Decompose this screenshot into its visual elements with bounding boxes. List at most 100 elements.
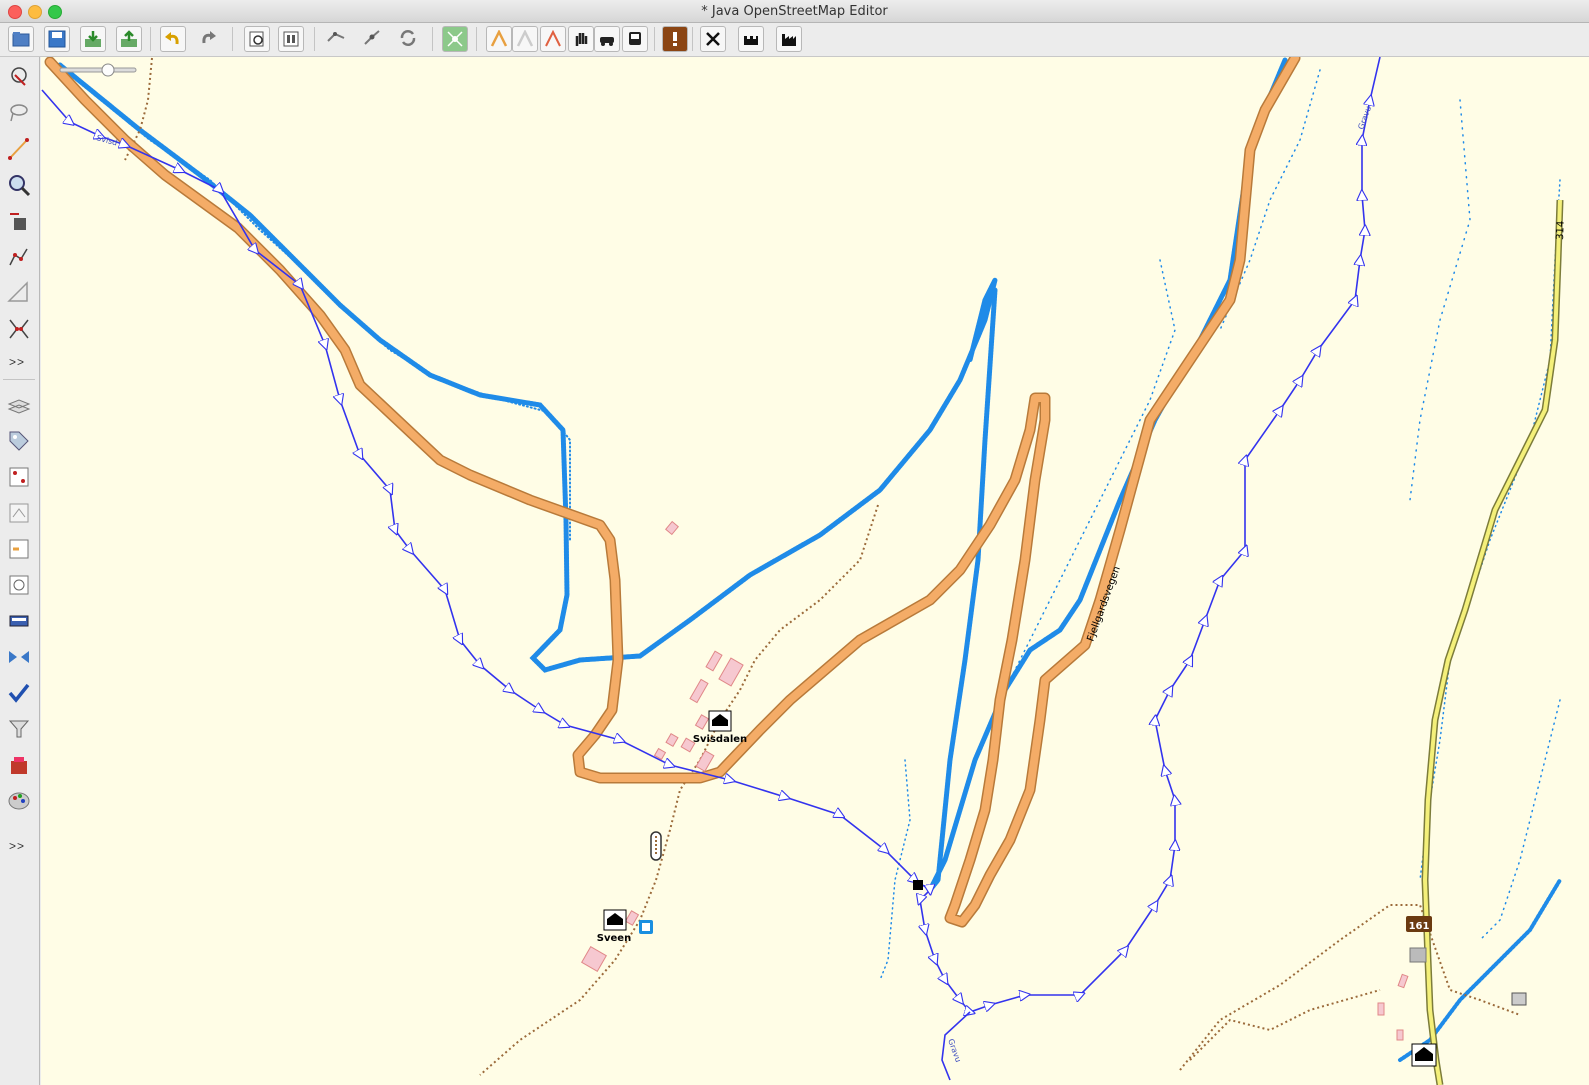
label-route-314: 314	[1555, 221, 1567, 240]
highway-preset-button[interactable]	[486, 26, 512, 52]
update-data-button[interactable]	[396, 26, 422, 52]
lasso-tool-button[interactable]	[5, 99, 33, 127]
layer-properties-button[interactable]	[278, 26, 304, 52]
redo-button[interactable]	[196, 26, 222, 52]
commands-panel-button[interactable]	[5, 535, 33, 563]
upload-button[interactable]	[116, 26, 142, 52]
sveen-place[interactable]: Sveen	[597, 909, 631, 944]
gps-trace-mid	[927, 57, 1288, 892]
restaurant-icon	[706, 32, 720, 46]
validator-panel-button[interactable]	[5, 679, 33, 707]
delete-icon	[10, 213, 26, 230]
label-stream-bottom: Gravu	[946, 1038, 963, 1064]
map-style-panel-button[interactable]	[5, 787, 33, 815]
extrude-icon	[9, 319, 29, 339]
zoom-slider-thumb[interactable]	[101, 63, 115, 77]
download-button[interactable]	[80, 26, 106, 52]
restaurant-preset-button[interactable]	[700, 26, 726, 52]
barrier-preset-button[interactable]	[568, 26, 594, 52]
preferences-button[interactable]	[244, 26, 270, 52]
filter-panel-button[interactable]	[5, 715, 33, 743]
stream-west	[41, 57, 1381, 1012]
window-title: * Java OpenStreetMap Editor	[701, 4, 888, 19]
bus-preset-button[interactable]	[622, 26, 648, 52]
commands-icon	[9, 539, 29, 559]
path-icon	[545, 30, 561, 47]
bridge-poi[interactable]	[650, 831, 662, 861]
tags-panel-button[interactable]	[5, 427, 33, 455]
parking-poi[interactable]	[639, 920, 653, 934]
warning-icon	[673, 32, 677, 46]
select-tool-button[interactable]	[5, 63, 33, 91]
combine-way-icon	[364, 30, 380, 45]
upload-icon	[121, 30, 137, 47]
track-layer	[124, 57, 1521, 1076]
node-poi[interactable]	[913, 880, 923, 890]
east-building-poi[interactable]	[1511, 992, 1527, 1006]
map-paint-panel-button[interactable]	[5, 751, 33, 779]
relations-panel-button[interactable]	[5, 499, 33, 527]
east-house-poi[interactable]	[1411, 1043, 1437, 1067]
layers-panel-button[interactable]	[5, 391, 33, 419]
draw-tool-button[interactable]	[5, 135, 33, 163]
split-way-button[interactable]	[324, 26, 350, 52]
track-preset-button[interactable]	[512, 26, 538, 52]
more-tools-toggle[interactable]: >>	[9, 355, 25, 369]
validation-warning-button[interactable]	[662, 26, 688, 52]
changeset-panel-button[interactable]	[5, 607, 33, 635]
factory-icon	[782, 34, 796, 46]
primary-road-fill	[1422, 199, 1562, 1085]
improve-way-icon	[9, 248, 28, 266]
industrial-preset-button[interactable]	[776, 26, 802, 52]
castle-preset-button[interactable]	[738, 26, 764, 52]
delete-tool-button[interactable]	[5, 207, 33, 235]
more-panels-toggle[interactable]: >>	[9, 839, 25, 853]
zoom-tool-button[interactable]	[5, 171, 33, 199]
changeset-icon	[9, 615, 29, 627]
conflict-panel-button[interactable]	[5, 643, 33, 671]
validation-icon	[9, 575, 29, 595]
wireframe-icon	[447, 31, 463, 47]
folder-icon	[12, 32, 30, 47]
hand-icon	[575, 33, 588, 46]
split-way-icon	[327, 32, 345, 42]
conflict-icon	[9, 651, 29, 663]
lasso-icon	[10, 104, 28, 122]
secondary-road-layer	[44, 57, 1301, 928]
save-button[interactable]	[44, 26, 70, 52]
extrude-tool-button[interactable]	[5, 315, 33, 343]
open-file-button[interactable]	[8, 26, 34, 52]
wireframe-toggle-button[interactable]	[442, 26, 468, 52]
parallel-tool-button[interactable]	[5, 279, 33, 307]
car-icon	[600, 37, 614, 46]
window-titlebar: * Java OpenStreetMap Editor	[0, 0, 1589, 23]
magnifier-icon	[9, 175, 31, 197]
validation-panel-button[interactable]	[5, 571, 33, 599]
highway-icon	[490, 30, 508, 47]
selection-list-icon	[9, 467, 29, 487]
gps-trace-west	[57, 62, 998, 673]
gps-trace-east-4	[1479, 699, 1561, 941]
map-canvas[interactable]: Svisdalen Sveen 161 Fjellgardsvegen 314 …	[41, 57, 1589, 1085]
path-preset-button[interactable]	[540, 26, 566, 52]
selection-panel-button[interactable]	[5, 463, 33, 491]
draw-icon	[8, 138, 29, 160]
label-svisdalen: Svisdalen	[693, 734, 747, 745]
track-east-2	[1189, 989, 1381, 1061]
improve-way-tool-button[interactable]	[5, 243, 33, 271]
gps-trace-mid-scatter-2	[989, 259, 1176, 761]
combine-way-button[interactable]	[360, 26, 386, 52]
zoom-slider[interactable]	[58, 63, 140, 77]
label-sveen: Sveen	[597, 933, 631, 944]
relation-icon	[9, 503, 29, 523]
car-preset-button[interactable]	[594, 26, 620, 52]
primary-road	[1421, 199, 1564, 1085]
node-icon	[913, 880, 923, 890]
building-icon	[1511, 992, 1527, 1006]
tag-icon	[9, 431, 29, 451]
preferences-icon	[249, 31, 264, 47]
shop-icon	[1409, 947, 1427, 963]
save-icon	[48, 30, 66, 48]
map-view[interactable]: Svisdalen Sveen 161 Fjellgardsvegen 314 …	[41, 57, 1589, 1085]
undo-button[interactable]	[160, 26, 186, 52]
